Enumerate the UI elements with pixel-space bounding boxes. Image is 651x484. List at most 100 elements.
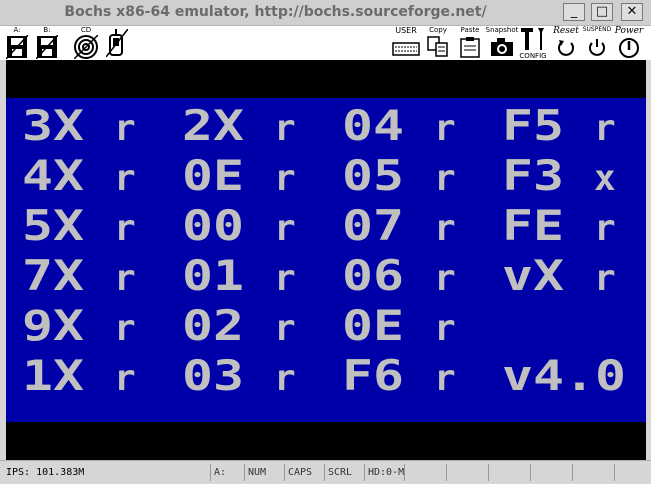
screen-cell-label: 2X	[182, 101, 244, 150]
screen-cell-flag: r	[274, 358, 296, 399]
user-label: USER	[395, 26, 417, 35]
window-title: Bochs x86-64 emulator, http://bochs.sour…	[64, 4, 487, 20]
screen-cell-label: 5X	[22, 201, 84, 250]
screen-cell-label: 07	[342, 201, 404, 250]
paste-button[interactable]: Paste	[456, 26, 484, 60]
screen-cell-flag: r	[114, 258, 136, 299]
screen-cell-flag: r	[434, 308, 456, 349]
status-slot-2	[446, 464, 488, 481]
status-slot-6	[614, 464, 651, 481]
cdrom-icon	[74, 35, 98, 59]
power-icon	[619, 38, 639, 58]
close-button[interactable]: ✕	[621, 3, 643, 21]
screen-cell-flag: r	[434, 258, 456, 299]
screen-cell-label: 05	[342, 151, 404, 200]
user-button[interactable]: USER	[390, 26, 422, 60]
suspend-icon	[589, 39, 605, 56]
screen-cell-flag: r	[114, 308, 136, 349]
status-slot-4	[530, 464, 572, 481]
screen-cell-label: 03	[182, 351, 244, 400]
screen-cell-label: F5	[502, 101, 564, 150]
status-bar: IPS: 101.383M A: NUM CAPS SCRL HD:0-M	[0, 460, 651, 484]
hd-indicator: HD:0-M	[364, 464, 404, 481]
screen-cell-label: 00	[182, 201, 244, 250]
screen-cell-label: 4X	[22, 151, 84, 200]
screen-cell-flag: r	[114, 358, 136, 399]
floppy-b-label: B:	[43, 26, 51, 34]
floppy-b-button[interactable]: B:	[34, 26, 60, 60]
screen-cell-label: vX	[502, 251, 564, 300]
paste-icon	[460, 37, 480, 58]
copy-icon	[427, 36, 448, 57]
screen-cell-label: v4.0	[502, 351, 626, 400]
caps-lock-indicator: CAPS	[284, 464, 324, 481]
suspend-button[interactable]: SUSPEND	[581, 26, 613, 60]
screen-cell-label: F3	[502, 151, 564, 200]
copy-label: Copy	[429, 26, 447, 34]
screen-cell-flag: x	[594, 158, 616, 199]
screen-cell-flag: r	[114, 158, 136, 199]
floppy-a-label: A:	[13, 26, 21, 34]
config-icon	[521, 28, 544, 50]
drive-indicator: A:	[210, 464, 244, 481]
screen-cell-flag: r	[434, 158, 456, 199]
screen-cell-flag: r	[434, 108, 456, 149]
mouse-button[interactable]	[104, 26, 130, 60]
screen-cell-label: F6	[342, 351, 404, 400]
paste-label: Paste	[460, 26, 480, 34]
title-bar: Bochs x86-64 emulator, http://bochs.sour…	[0, 0, 651, 26]
reset-button[interactable]: Reset	[550, 26, 582, 60]
config-label: CONFIG	[519, 52, 547, 60]
floppy-icon	[36, 35, 58, 59]
screen-cell-flag: r	[434, 208, 456, 249]
cdrom-label: CD	[80, 26, 92, 34]
screen-cell-label: 01	[182, 251, 244, 300]
scroll-lock-indicator: SCRL	[324, 464, 364, 481]
screen-cell-label: 7X	[22, 251, 84, 300]
status-slot-3	[488, 464, 530, 481]
screen-cell-flag: r	[274, 308, 296, 349]
screen-cell-flag: r	[274, 208, 296, 249]
screen-cell-flag: r	[274, 258, 296, 299]
screen-cell-label: 06	[342, 251, 404, 300]
reset-label: Reset	[553, 26, 579, 36]
screen-cell-flag: r	[114, 108, 136, 149]
screen-cell-flag: r	[434, 358, 456, 399]
screen-cell-flag: r	[274, 108, 296, 149]
screen-cell-label: 0E	[182, 151, 244, 200]
camera-icon	[491, 38, 513, 56]
status-slot-5	[572, 464, 614, 481]
copy-button[interactable]: Copy	[425, 26, 451, 60]
screen-cell-flag: r	[594, 108, 616, 149]
screen-cell-flag: r	[594, 258, 616, 299]
mouse-icon	[106, 29, 128, 57]
num-lock-indicator: NUM	[244, 464, 284, 481]
screen-cell-flag: r	[594, 208, 616, 249]
status-slot-1	[404, 464, 446, 481]
screen-cell-label: 1X	[22, 351, 84, 400]
power-label: Power	[614, 26, 644, 36]
screen-cell-label: 02	[182, 301, 244, 350]
power-button[interactable]: Power	[612, 26, 646, 60]
screen-cell-label: 04	[342, 101, 404, 150]
screen-cell-label: 0E	[342, 301, 404, 350]
cdrom-button[interactable]: CD	[72, 26, 100, 60]
snapshot-label: Snapshot	[485, 26, 519, 34]
screen-cell-flag: r	[274, 158, 296, 199]
suspend-label: SUSPEND	[582, 26, 612, 33]
floppy-a-button[interactable]: A:	[4, 26, 30, 60]
toolbar: A: B: CD USER Copy Paste Snapshot CONFIG…	[0, 26, 651, 60]
screen-cell-label: 9X	[22, 301, 84, 350]
screen-cell-label: FE	[502, 201, 564, 250]
screen-cell-label: 3X	[22, 101, 84, 150]
floppy-icon	[6, 35, 28, 59]
snapshot-button[interactable]: Snapshot	[485, 26, 519, 60]
keyboard-icon	[392, 42, 420, 56]
config-button[interactable]: CONFIG	[518, 26, 548, 60]
screen-cell-flag: r	[114, 208, 136, 249]
minimize-button[interactable]: _	[563, 3, 585, 21]
maximize-button[interactable]: □	[591, 3, 613, 21]
emulator-screen[interactable]: 3X r 2X r 04 r F5 r 4X r 0E r 05 r F3 x 5X r 00 r 07 r FE r 7X r 0…	[6, 60, 646, 460]
screen-glyphs: 3X r 2X r 04 r F5 r4X r 0E r 05 r F3 x5X r 00 r 07 r FE r7X r 0…	[22, 101, 626, 400]
reset-icon	[558, 40, 574, 56]
